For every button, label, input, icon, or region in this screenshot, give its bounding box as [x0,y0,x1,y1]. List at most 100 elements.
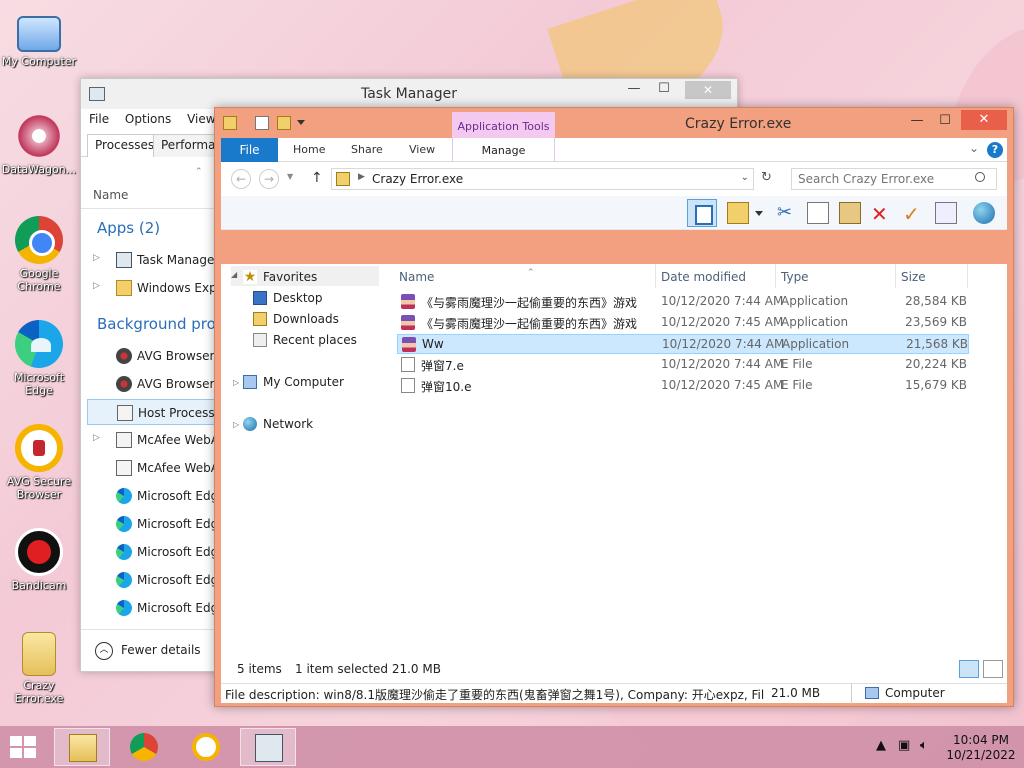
process-row[interactable]: Microsoft Edge [87,483,217,509]
file-row[interactable]: 《与雾雨魔理沙一起偷重要的东西》游戏 10/12/2020 7:44 AM Ap… [397,292,969,312]
process-row[interactable]: AVG Browser C [87,343,217,369]
refresh-icon[interactable]: ↻ [761,170,772,185]
minimize-button[interactable]: — [621,81,647,96]
dropdown-arrow-icon[interactable] [755,211,763,216]
help-icon[interactable]: ? [987,142,1003,158]
process-row[interactable]: Microsoft Edge [87,539,217,565]
process-row[interactable]: Microsoft Edge [87,567,217,593]
menu-file[interactable]: File [89,112,109,126]
show-hidden-icons-icon[interactable]: ▲ [876,738,886,753]
system-clock[interactable]: 10:04 PM 10/21/2022 [946,733,1016,763]
file-row-selected[interactable]: Ww 10/12/2020 7:44 AM Application 21,568… [397,334,969,354]
collapse-icon[interactable]: ◢ [231,270,237,279]
volume-icon[interactable]: 🔈︎ [920,738,928,753]
search-input[interactable] [791,168,997,190]
taskbar-explorer[interactable] [54,728,110,766]
desktop-icon-my-computer[interactable]: My Computer [0,10,78,68]
maximize-button[interactable]: ☐ [651,81,677,96]
column-divider[interactable] [655,264,656,288]
explorer-titlebar[interactable]: Application Tools Crazy Error.exe — ☐ ✕ [215,108,1013,140]
process-row[interactable]: Microsoft Edge [87,595,217,621]
process-row[interactable]: Microsoft Edge [87,511,217,537]
process-row[interactable]: AVG Browser C [87,371,217,397]
delete-icon[interactable]: ✕ [871,202,893,226]
process-row[interactable]: Host Process fo [87,399,217,425]
expand-icon[interactable]: ▷ [93,253,100,263]
cut-icon[interactable]: ✂ [777,202,799,224]
column-divider[interactable] [775,264,776,288]
tab-home[interactable]: Home [293,143,325,156]
paste-icon[interactable] [839,202,861,224]
taskbar-chrome[interactable] [116,728,172,766]
fewer-details-label: Fewer details [121,643,201,657]
close-button[interactable]: ✕ [961,110,1007,130]
close-button[interactable]: ✕ [685,81,731,99]
new-folder-icon[interactable] [277,116,291,130]
file-row[interactable]: 弹窗10.e 10/12/2020 7:45 AM E File 15,679 … [397,376,969,396]
customize-dropdown-icon[interactable] [297,120,305,125]
file-row[interactable]: 弹窗7.e 10/12/2020 7:44 AM E File 20,224 K… [397,355,969,375]
menu-options[interactable]: Options [125,112,171,126]
desktop-icon-datawagon[interactable]: DataWagon... [0,112,78,176]
search-icon[interactable] [975,172,985,182]
column-header-size[interactable]: Size [901,270,926,284]
globe-icon[interactable] [973,202,995,224]
up-arrow-icon[interactable]: ↑ [311,170,323,186]
large-icons-view-button[interactable] [983,660,1003,678]
column-divider[interactable] [895,264,896,288]
desktop-icon-chrome[interactable]: Google Chrome [0,216,78,293]
expand-icon[interactable]: ▷ [93,433,100,443]
recent-locations-dropdown[interactable]: ▼ [287,172,293,181]
taskbar-task-manager[interactable] [240,728,296,766]
rename-checkmark-icon[interactable]: ✓ [903,202,925,226]
process-row[interactable]: ▷ Windows Explo [87,275,217,301]
menu-view[interactable]: View [187,112,215,126]
maximize-button[interactable]: ☐ [931,113,959,128]
start-button[interactable] [10,736,38,760]
preview-pane-icon[interactable] [687,199,717,227]
tab-share[interactable]: Share [351,143,383,156]
file-row[interactable]: 《与雾雨魔理沙一起偷重要的东西》游戏 10/12/2020 7:45 AM Ap… [397,313,969,333]
explorer-window[interactable]: Application Tools Crazy Error.exe — ☐ ✕ … [214,107,1014,707]
tab-file[interactable]: File [221,138,278,162]
chevron-down-icon[interactable]: ⌄ [741,172,749,183]
column-header-name[interactable]: Name ⌃ [399,268,535,284]
network-icon[interactable]: ▣ [898,738,910,753]
expand-icon[interactable]: ▷ [233,378,239,387]
column-divider[interactable] [967,264,968,288]
address-path[interactable]: Crazy Error.exe [372,172,463,186]
desktop-icon-edge[interactable]: Microsoft Edge [0,320,78,397]
process-row[interactable]: McAfee WebA [87,455,217,481]
properties-icon[interactable] [255,116,269,130]
tab-manage[interactable]: Manage [452,138,555,162]
windows-logo-icon [10,736,22,746]
expand-icon[interactable]: ▷ [93,281,100,291]
process-row[interactable]: ▷ Task Manager [87,247,217,273]
task-manager-titlebar[interactable]: Task Manager — ☐ ✕ [81,79,737,109]
column-header-type[interactable]: Type [781,270,809,284]
desktop-icon-avg[interactable]: AVG Secure Browser [0,424,78,501]
file-explorer-icon [69,734,97,762]
open-folder-icon[interactable] [727,202,749,224]
taskbar-avg[interactable] [178,728,234,766]
desktop-icon-bandicam[interactable]: Bandicam [0,528,78,592]
tab-view[interactable]: View [409,143,435,156]
file-name: 弹窗10.e [421,380,472,394]
column-header-date[interactable]: Date modified [661,270,746,284]
tab-processes[interactable]: Processes [87,134,163,157]
expand-icon[interactable]: ▷ [233,420,239,429]
minimize-button[interactable]: — [903,113,931,128]
address-input[interactable]: ▶ Crazy Error.exe ⌄ [331,168,754,190]
desktop-icon-crazy-error[interactable]: Crazy Error.exe [0,632,78,705]
back-button[interactable]: ← [231,169,251,189]
copy-icon[interactable] [807,202,829,224]
column-name[interactable]: Name [93,188,128,202]
process-row[interactable]: ▷ McAfee WebA [87,427,217,453]
chevron-down-icon[interactable]: ⌄ [969,141,979,155]
file-size: 21,568 KB [906,337,968,351]
forward-button[interactable]: → [259,169,279,189]
nav-label: Downloads [273,312,339,326]
details-view-button[interactable] [959,660,979,678]
properties-icon[interactable] [935,202,957,224]
breadcrumb-separator-icon[interactable]: ▶ [358,172,365,182]
